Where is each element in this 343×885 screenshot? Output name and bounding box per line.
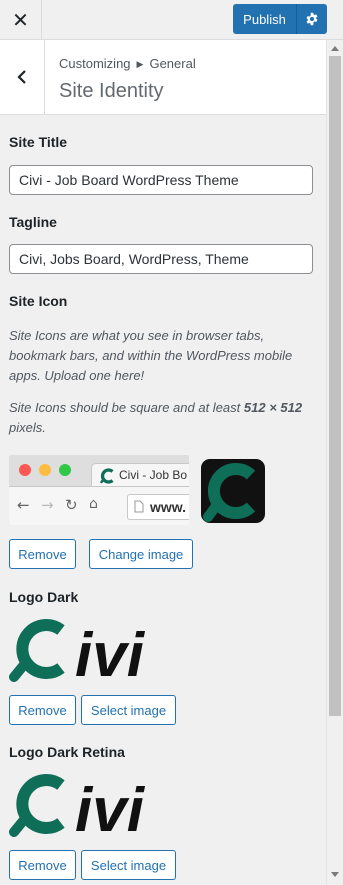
page-title: Site Identity xyxy=(59,80,164,102)
breadcrumb-section: General xyxy=(149,56,196,71)
back-button[interactable] xyxy=(0,40,45,114)
preview-tab-title: Civi - Job Bo xyxy=(119,468,188,482)
logo-dark-retina-select-button[interactable]: Select image xyxy=(81,850,176,880)
site-title-input[interactable]: Civi - Job Board WordPress Theme xyxy=(9,165,313,195)
logo-dark-retina-remove-button[interactable]: Remove xyxy=(9,850,76,880)
site-icon-remove-button[interactable]: Remove xyxy=(9,539,76,569)
publish-settings-button[interactable] xyxy=(296,4,327,34)
logo-dark-remove-button[interactable]: Remove xyxy=(9,695,76,725)
customizer-topbar: ✕ Publish xyxy=(0,0,343,40)
publish-group: Publish xyxy=(233,4,327,34)
preview-toolbar: ← → ↻ ⌂ www. xyxy=(9,486,189,525)
window-minimize-dot xyxy=(39,464,51,476)
logo-dark-preview: ivi xyxy=(9,619,146,682)
logo-dark-retina-preview: ivi xyxy=(9,774,146,837)
reload-icon: ↻ xyxy=(65,496,78,514)
panel-scrollbar[interactable] xyxy=(326,40,343,885)
close-customizer-button[interactable]: ✕ xyxy=(0,0,42,40)
preview-tab: Civi - Job Bo xyxy=(91,463,189,487)
site-icon-preview xyxy=(201,459,265,523)
site-icon-label: Site Icon xyxy=(9,293,68,309)
breadcrumb: Customizing ▶ General xyxy=(59,56,196,71)
civi-logo-icon xyxy=(203,463,256,522)
site-icon-size-note: Site Icons should be square and at least… xyxy=(9,400,303,435)
gear-icon xyxy=(306,12,318,26)
scroll-up-arrow-icon[interactable] xyxy=(331,46,339,51)
site-icon-change-button[interactable]: Change image xyxy=(89,539,193,569)
tagline-label: Tagline xyxy=(9,214,57,230)
logo-dark-retina-label: Logo Dark Retina xyxy=(9,744,125,760)
publish-button[interactable]: Publish xyxy=(233,4,296,34)
site-title-label: Site Title xyxy=(9,134,68,150)
site-icon-description: Site Icons are what you see in browser t… xyxy=(9,328,293,383)
logo-dark-label: Logo Dark xyxy=(9,589,79,605)
section-header: Customizing ▶ General Site Identity xyxy=(0,40,326,115)
window-maximize-dot xyxy=(59,464,71,476)
page-icon xyxy=(134,500,144,513)
window-close-dot xyxy=(19,464,31,476)
breadcrumb-separator-icon: ▶ xyxy=(136,59,144,69)
site-favicon-icon xyxy=(100,468,114,484)
scrollbar-thumb[interactable] xyxy=(329,56,341,716)
forward-arrow-icon: → xyxy=(41,496,54,514)
close-icon: ✕ xyxy=(12,8,29,32)
logo-dark-select-button[interactable]: Select image xyxy=(81,695,176,725)
controls-panel: Site Title Civi - Job Board WordPress Th… xyxy=(0,116,326,885)
breadcrumb-root: Customizing xyxy=(59,56,131,71)
chevron-left-icon xyxy=(17,70,26,84)
preview-address-bar: www. xyxy=(127,494,189,520)
logo-dark-wordmark: ivi xyxy=(75,621,146,682)
site-icon-browser-preview: Civi - Job Bo ← → ↻ ⌂ www. xyxy=(9,455,189,525)
scroll-down-arrow-icon[interactable] xyxy=(331,872,339,877)
tagline-input[interactable]: Civi, Jobs Board, WordPress, Theme xyxy=(9,244,313,274)
home-icon: ⌂ xyxy=(89,496,98,512)
back-arrow-icon: ← xyxy=(17,496,30,514)
logo-dark-retina-wordmark: ivi xyxy=(75,776,146,837)
